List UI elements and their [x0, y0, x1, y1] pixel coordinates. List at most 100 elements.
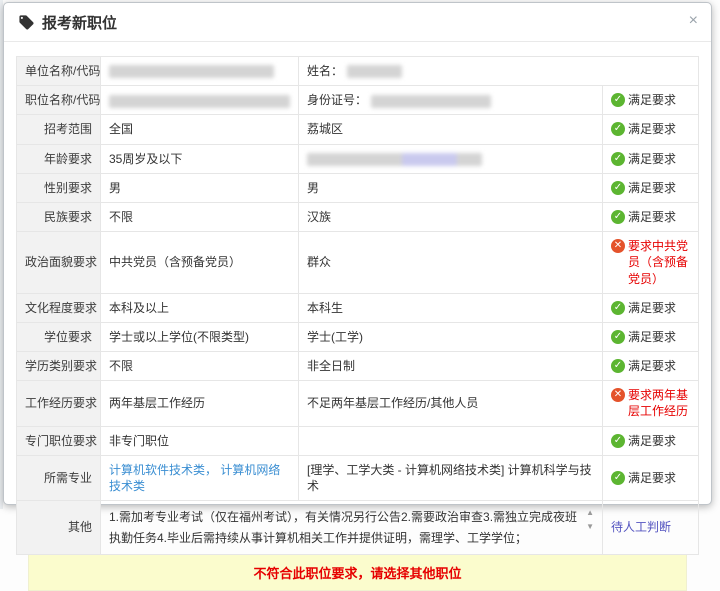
requirement-text: 本科及以上: [109, 301, 169, 315]
status-cell: ✕要求两年基层工作经历: [603, 381, 699, 426]
status-indicator: ✓满足要求: [611, 92, 690, 108]
applicant-value-cell: 男: [299, 173, 603, 202]
status-text: 满足要求: [628, 358, 676, 374]
status-text: 满足要求: [628, 300, 676, 316]
requirement-cell: 不限: [101, 202, 299, 231]
applicant-text: [理学、工学大类 - 计算机网络技术类] 计算机科学与技术: [307, 463, 592, 493]
table-row: 招考范围全国荔城区✓满足要求: [17, 115, 699, 144]
check-circle-icon: ✓: [611, 330, 625, 344]
requirement-text: 学士或以上学位(不限类型): [109, 330, 249, 344]
check-circle-icon: ✓: [611, 471, 625, 485]
requirement-cell: 两年基层工作经历: [101, 381, 299, 426]
table-row: 学位要求学士或以上学位(不限类型)学士(工学)✓满足要求: [17, 322, 699, 351]
applicant-prefix: 身份证号：: [307, 93, 367, 107]
tag-icon: [18, 14, 35, 31]
dialog-title: 报考新职位: [42, 12, 117, 33]
requirements-table: 单位名称/代码姓名：职位名称/代码身份证号：✓满足要求招考范围全国荔城区✓满足要…: [16, 56, 699, 555]
requirement-text: 非专门职位: [109, 434, 169, 448]
status-indicator: ✓满足要求: [611, 329, 690, 345]
scroll-up-icon[interactable]: ▲: [586, 509, 594, 517]
check-circle-icon: ✓: [611, 181, 625, 195]
applicant-value-cell: 身份证号：: [299, 86, 603, 115]
applicant-prefix: 姓名：: [307, 64, 343, 78]
applicant-value-cell: 学士(工学): [299, 322, 603, 351]
check-circle-icon: ✓: [611, 93, 625, 107]
requirement-cell: 中共党员（含预备党员）: [101, 232, 299, 294]
apply-new-position-dialog: 报考新职位 × 单位名称/代码姓名：职位名称/代码身份证号：✓满足要求招考范围全…: [3, 2, 712, 505]
requirement-cell: [101, 86, 299, 115]
check-circle-icon: ✓: [611, 359, 625, 373]
check-circle-icon: ✓: [611, 301, 625, 315]
requirement-links: 计算机软件技术类， 计算机网络技术类: [109, 463, 280, 493]
row-label: 政治面貌要求: [17, 232, 101, 294]
status-text: 满足要求: [628, 151, 676, 167]
status-indicator: ✓满足要求: [611, 358, 690, 374]
status-indicator: ✕要求中共党员（含预备党员）: [611, 238, 690, 287]
cross-circle-icon: ✕: [611, 388, 625, 402]
cross-circle-icon: ✕: [611, 239, 625, 253]
applicant-text: 学士(工学): [307, 330, 363, 344]
mismatch-warning-text: 不符合此职位要求，请选择其他职位: [253, 566, 461, 581]
applicant-value-cell: [299, 144, 603, 173]
applicant-text: 不足两年基层工作经历/其他人员: [307, 396, 478, 410]
status-cell: ✓满足要求: [603, 293, 699, 322]
applicant-value-cell: 姓名：: [299, 57, 699, 86]
status-indicator: ✓满足要求: [611, 151, 690, 167]
requirement-text: 男: [109, 181, 121, 195]
status-cell: ✓满足要求: [603, 115, 699, 144]
status-text: 要求两年基层工作经历: [628, 387, 690, 419]
row-label: 文化程度要求: [17, 293, 101, 322]
table-row: 性别要求男男✓满足要求: [17, 173, 699, 202]
applicant-text: 荔城区: [307, 122, 343, 136]
applicant-text: 非全日制: [307, 359, 355, 373]
status-indicator: ✓满足要求: [611, 433, 690, 449]
applicant-text: 汉族: [307, 210, 331, 224]
status-cell: ✕要求中共党员（含预备党员）: [603, 232, 699, 294]
status-text: 满足要求: [628, 209, 676, 225]
applicant-value-cell: 荔城区: [299, 115, 603, 144]
table-row: 学历类别要求不限非全日制✓满足要求: [17, 352, 699, 381]
applicant-redacted-value: [307, 153, 482, 166]
mismatch-warning-bar: 不符合此职位要求，请选择其他职位: [28, 555, 687, 591]
table-row: 民族要求不限汉族✓满足要求: [17, 202, 699, 231]
status-text: 满足要求: [628, 92, 676, 108]
applicant-text: 男: [307, 181, 319, 195]
requirement-cell: 不限: [101, 352, 299, 381]
applicant-redacted-value: [347, 65, 402, 78]
applicant-value-cell: [299, 426, 603, 455]
requirement-text: 不限: [109, 359, 133, 373]
requirement-text: 两年基层工作经历: [109, 396, 205, 410]
applicant-redacted-value: [371, 95, 491, 108]
status-cell: ✓满足要求: [603, 455, 699, 500]
requirement-cell: 非专门职位: [101, 426, 299, 455]
requirement-cell: [101, 57, 299, 86]
check-circle-icon: ✓: [611, 152, 625, 166]
status-text: 待人工判断: [611, 519, 671, 535]
check-circle-icon: ✓: [611, 210, 625, 224]
status-cell: ✓满足要求: [603, 202, 699, 231]
status-cell: ✓满足要求: [603, 173, 699, 202]
row-label: 专门职位要求: [17, 426, 101, 455]
row-label: 招考范围: [17, 115, 101, 144]
requirement-text: 不限: [109, 210, 133, 224]
status-indicator: ✓满足要求: [611, 209, 690, 225]
requirement-link[interactable]: 计算机软件技术类: [109, 463, 205, 477]
requirement-text: 中共党员（含预备党员）: [109, 255, 241, 269]
table-row: 专门职位要求非专门职位 ✓满足要求: [17, 426, 699, 455]
requirement-link-separator: ，: [205, 463, 220, 477]
table-row: 工作经历要求两年基层工作经历不足两年基层工作经历/其他人员✕要求两年基层工作经历: [17, 381, 699, 426]
applicant-text: 本科生: [307, 301, 343, 315]
applicant-value-cell: 不足两年基层工作经历/其他人员: [299, 381, 603, 426]
applicant-value-cell: 汉族: [299, 202, 603, 231]
requirement-cell: 男: [101, 173, 299, 202]
row-label: 职位名称/代码: [17, 86, 101, 115]
other-requirements-text: 1.需加考专业考试（仅在福州考试），有关情况另行公告2.需要政治审查3.需独立完…: [109, 507, 578, 548]
status-indicator: 待人工判断: [611, 519, 690, 535]
requirement-cell: 35周岁及以下: [101, 144, 299, 173]
close-icon[interactable]: ×: [689, 12, 698, 30]
row-label: 单位名称/代码: [17, 57, 101, 86]
scroll-down-icon[interactable]: ▼: [586, 523, 594, 531]
requirement-cell: 计算机软件技术类， 计算机网络技术类: [101, 455, 299, 500]
status-indicator: ✓满足要求: [611, 180, 690, 196]
status-cell: ✓满足要求: [603, 86, 699, 115]
